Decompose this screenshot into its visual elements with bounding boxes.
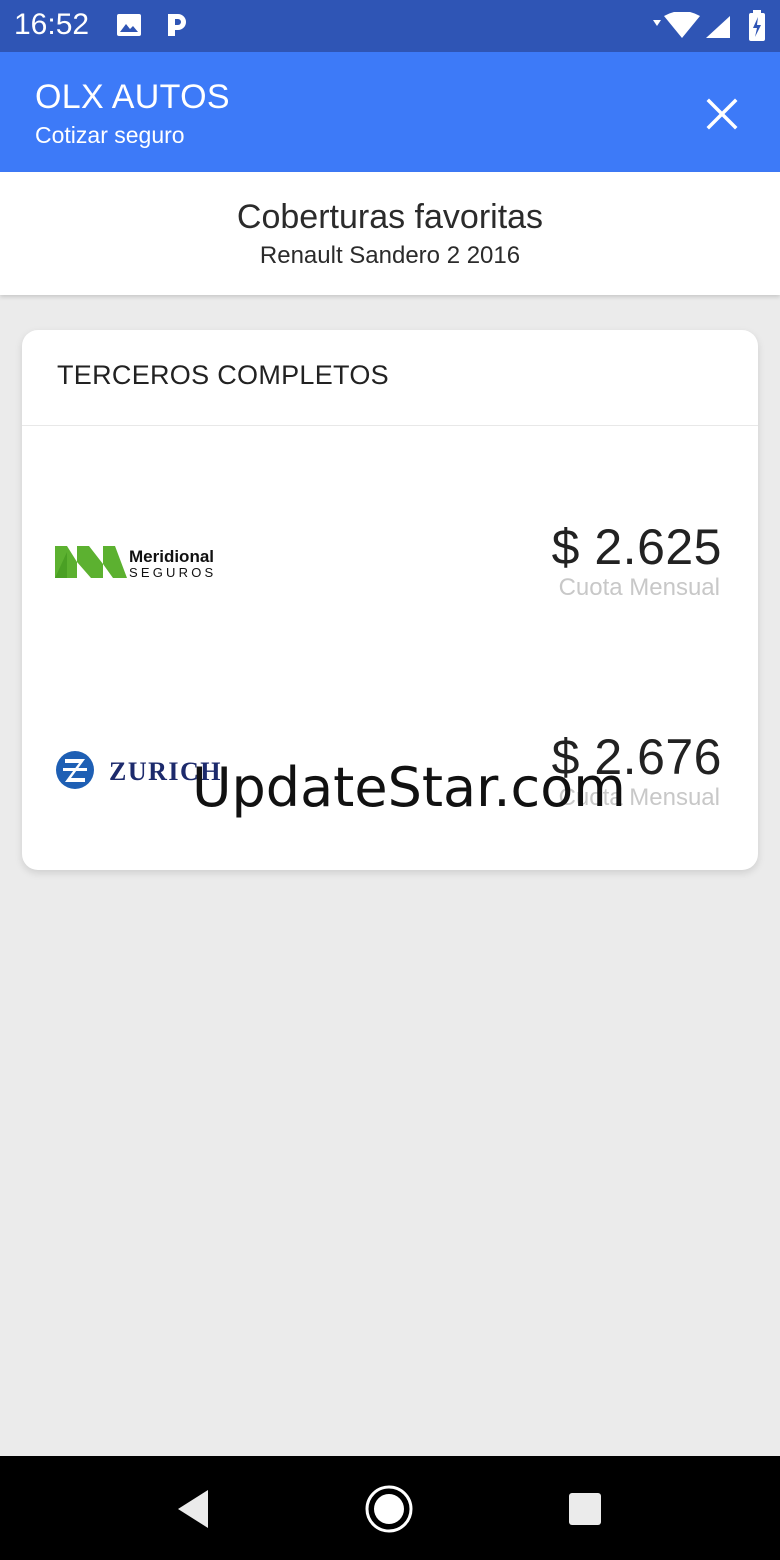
signal-icon [706,16,730,38]
coverage-type-heading: TERCEROS COMPLETOS [57,360,389,390]
parking-p-icon [168,14,186,36]
recents-button[interactable] [568,1492,602,1526]
home-icon [365,1485,413,1533]
price-label: Cuota Mensual [558,574,720,601]
status-time: 16:52 [14,8,90,41]
divider [22,425,758,426]
wifi-icon [653,12,700,38]
close-button[interactable] [700,92,744,136]
meridional-logo: Meridional SEGUROS [55,546,216,578]
system-nav-bar [0,1456,780,1560]
back-button[interactable] [172,1486,214,1532]
recents-icon [569,1493,601,1525]
battery-charging-icon [749,10,765,41]
meridional-logo-text: Meridional [129,547,214,566]
page-header: Coberturas favoritas Renault Sandero 2 2… [0,172,780,295]
quote-row-meridional[interactable]: Meridional SEGUROS $ 2.625 Cuota Mensual [22,480,758,630]
app-title: OLX AUTOS [35,78,230,116]
image-icon [117,14,141,36]
price: $ 2.625 [551,519,722,575]
close-icon [706,98,738,130]
back-icon [178,1490,208,1528]
page-title: Coberturas favoritas [236,198,544,236]
status-bar: 16:52 [0,0,780,52]
app-bar: OLX AUTOS Cotizar seguro [0,52,780,172]
app-subtitle: Cotizar seguro [35,122,185,148]
watermark: UpdateStar.com [192,756,626,819]
home-button[interactable] [364,1484,414,1534]
seguros-logo-text: SEGUROS [129,565,216,578]
vehicle-label: Renault Sandero 2 2016 [259,242,521,269]
